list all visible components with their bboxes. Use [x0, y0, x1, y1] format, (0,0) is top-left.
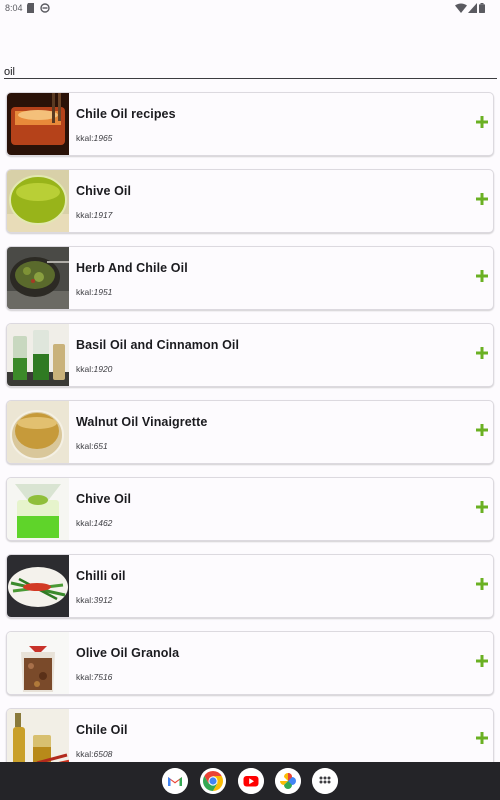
kcal-value: 1917	[93, 210, 113, 220]
recipe-card[interactable]: Chive Oil kkal:1917	[6, 169, 494, 233]
sd-card-icon	[27, 3, 34, 13]
recipe-thumbnail	[7, 632, 69, 694]
kcal-label: kkal:	[76, 672, 94, 682]
do-not-disturb-icon	[40, 3, 50, 13]
kcal-label: kkal:	[76, 441, 94, 451]
recipe-kcal: kkal:1965	[76, 133, 112, 143]
kcal-label: kkal:	[76, 364, 94, 374]
search-input[interactable]	[4, 65, 497, 79]
recipe-title: Chile Oil recipes	[76, 107, 176, 121]
kcal-label: kkal:	[76, 518, 94, 528]
add-icon[interactable]	[475, 731, 489, 745]
recipe-card[interactable]: Chile Oil recipes kkal:1965	[6, 92, 494, 156]
recipe-thumbnail	[7, 247, 69, 309]
recipe-thumbnail	[7, 555, 69, 617]
recipe-thumbnail	[7, 170, 69, 232]
youtube-icon[interactable]	[238, 768, 264, 794]
recipe-title: Herb And Chile Oil	[76, 261, 188, 275]
kcal-value: 6508	[93, 749, 113, 759]
kcal-value: 3912	[93, 595, 113, 605]
recipe-card[interactable]: Chilli oil kkal:3912	[6, 554, 494, 618]
status-time: 8:04	[5, 3, 23, 13]
recipe-kcal: kkal:1462	[76, 518, 112, 528]
add-icon[interactable]	[475, 423, 489, 437]
recipe-card[interactable]: Walnut Oil Vinaigrette kkal:651	[6, 400, 494, 464]
wifi-icon	[455, 3, 467, 13]
recipe-kcal: kkal:1917	[76, 210, 112, 220]
add-icon[interactable]	[475, 115, 489, 129]
recipe-title: Walnut Oil Vinaigrette	[76, 415, 208, 429]
recipe-kcal: kkal:1951	[76, 287, 112, 297]
kcal-label: kkal:	[76, 749, 94, 759]
kcal-value: 1951	[93, 287, 113, 297]
recipe-thumbnail	[7, 324, 69, 386]
add-icon[interactable]	[475, 654, 489, 668]
kcal-value: 651	[93, 441, 108, 451]
recipe-card[interactable]: Herb And Chile Oil kkal:1951	[6, 246, 494, 310]
recipe-title: Chile Oil	[76, 723, 128, 737]
kcal-value: 1462	[93, 518, 113, 528]
kcal-label: kkal:	[76, 287, 94, 297]
battery-icon	[479, 3, 485, 13]
recipe-kcal: kkal:1920	[76, 364, 112, 374]
kcal-value: 7516	[93, 672, 113, 682]
chrome-icon[interactable]	[200, 768, 226, 794]
recipe-card[interactable]: Olive Oil Granola kkal:7516	[6, 631, 494, 695]
recipe-card[interactable]: Chive Oil kkal:1462	[6, 477, 494, 541]
recipe-kcal: kkal:3912	[76, 595, 112, 605]
recipe-title: Chive Oil	[76, 184, 132, 198]
recipe-thumbnail	[7, 401, 69, 463]
add-icon[interactable]	[475, 192, 489, 206]
add-icon[interactable]	[475, 269, 489, 283]
recipe-kcal: kkal:651	[76, 441, 108, 451]
kcal-label: kkal:	[76, 133, 94, 143]
add-icon[interactable]	[475, 346, 489, 360]
status-bar: 8:04	[0, 0, 500, 16]
recipe-title: Chive Oil	[76, 492, 132, 506]
recipe-thumbnail	[7, 478, 69, 540]
add-icon[interactable]	[475, 577, 489, 591]
search-bar	[4, 62, 497, 79]
recipe-title: Olive Oil Granola	[76, 646, 180, 660]
recipe-title: Chilli oil	[76, 569, 126, 583]
add-icon[interactable]	[475, 500, 489, 514]
gmail-icon[interactable]	[162, 768, 188, 794]
recipe-title: Basil Oil and Cinnamon Oil	[76, 338, 240, 352]
kcal-label: kkal:	[76, 595, 94, 605]
photos-icon[interactable]	[275, 768, 301, 794]
kcal-value: 1920	[93, 364, 113, 374]
app-drawer-icon[interactable]	[312, 768, 338, 794]
kcal-value: 1965	[93, 133, 113, 143]
recipe-thumbnail	[7, 93, 69, 155]
kcal-label: kkal:	[76, 210, 94, 220]
signal-icon	[468, 3, 477, 13]
recipe-card[interactable]: Basil Oil and Cinnamon Oil kkal:1920	[6, 323, 494, 387]
recipe-kcal: kkal:7516	[76, 672, 112, 682]
recipe-kcal: kkal:6508	[76, 749, 112, 759]
recipe-list: Chile Oil recipes kkal:1965 Chive Oil kk…	[6, 92, 494, 785]
